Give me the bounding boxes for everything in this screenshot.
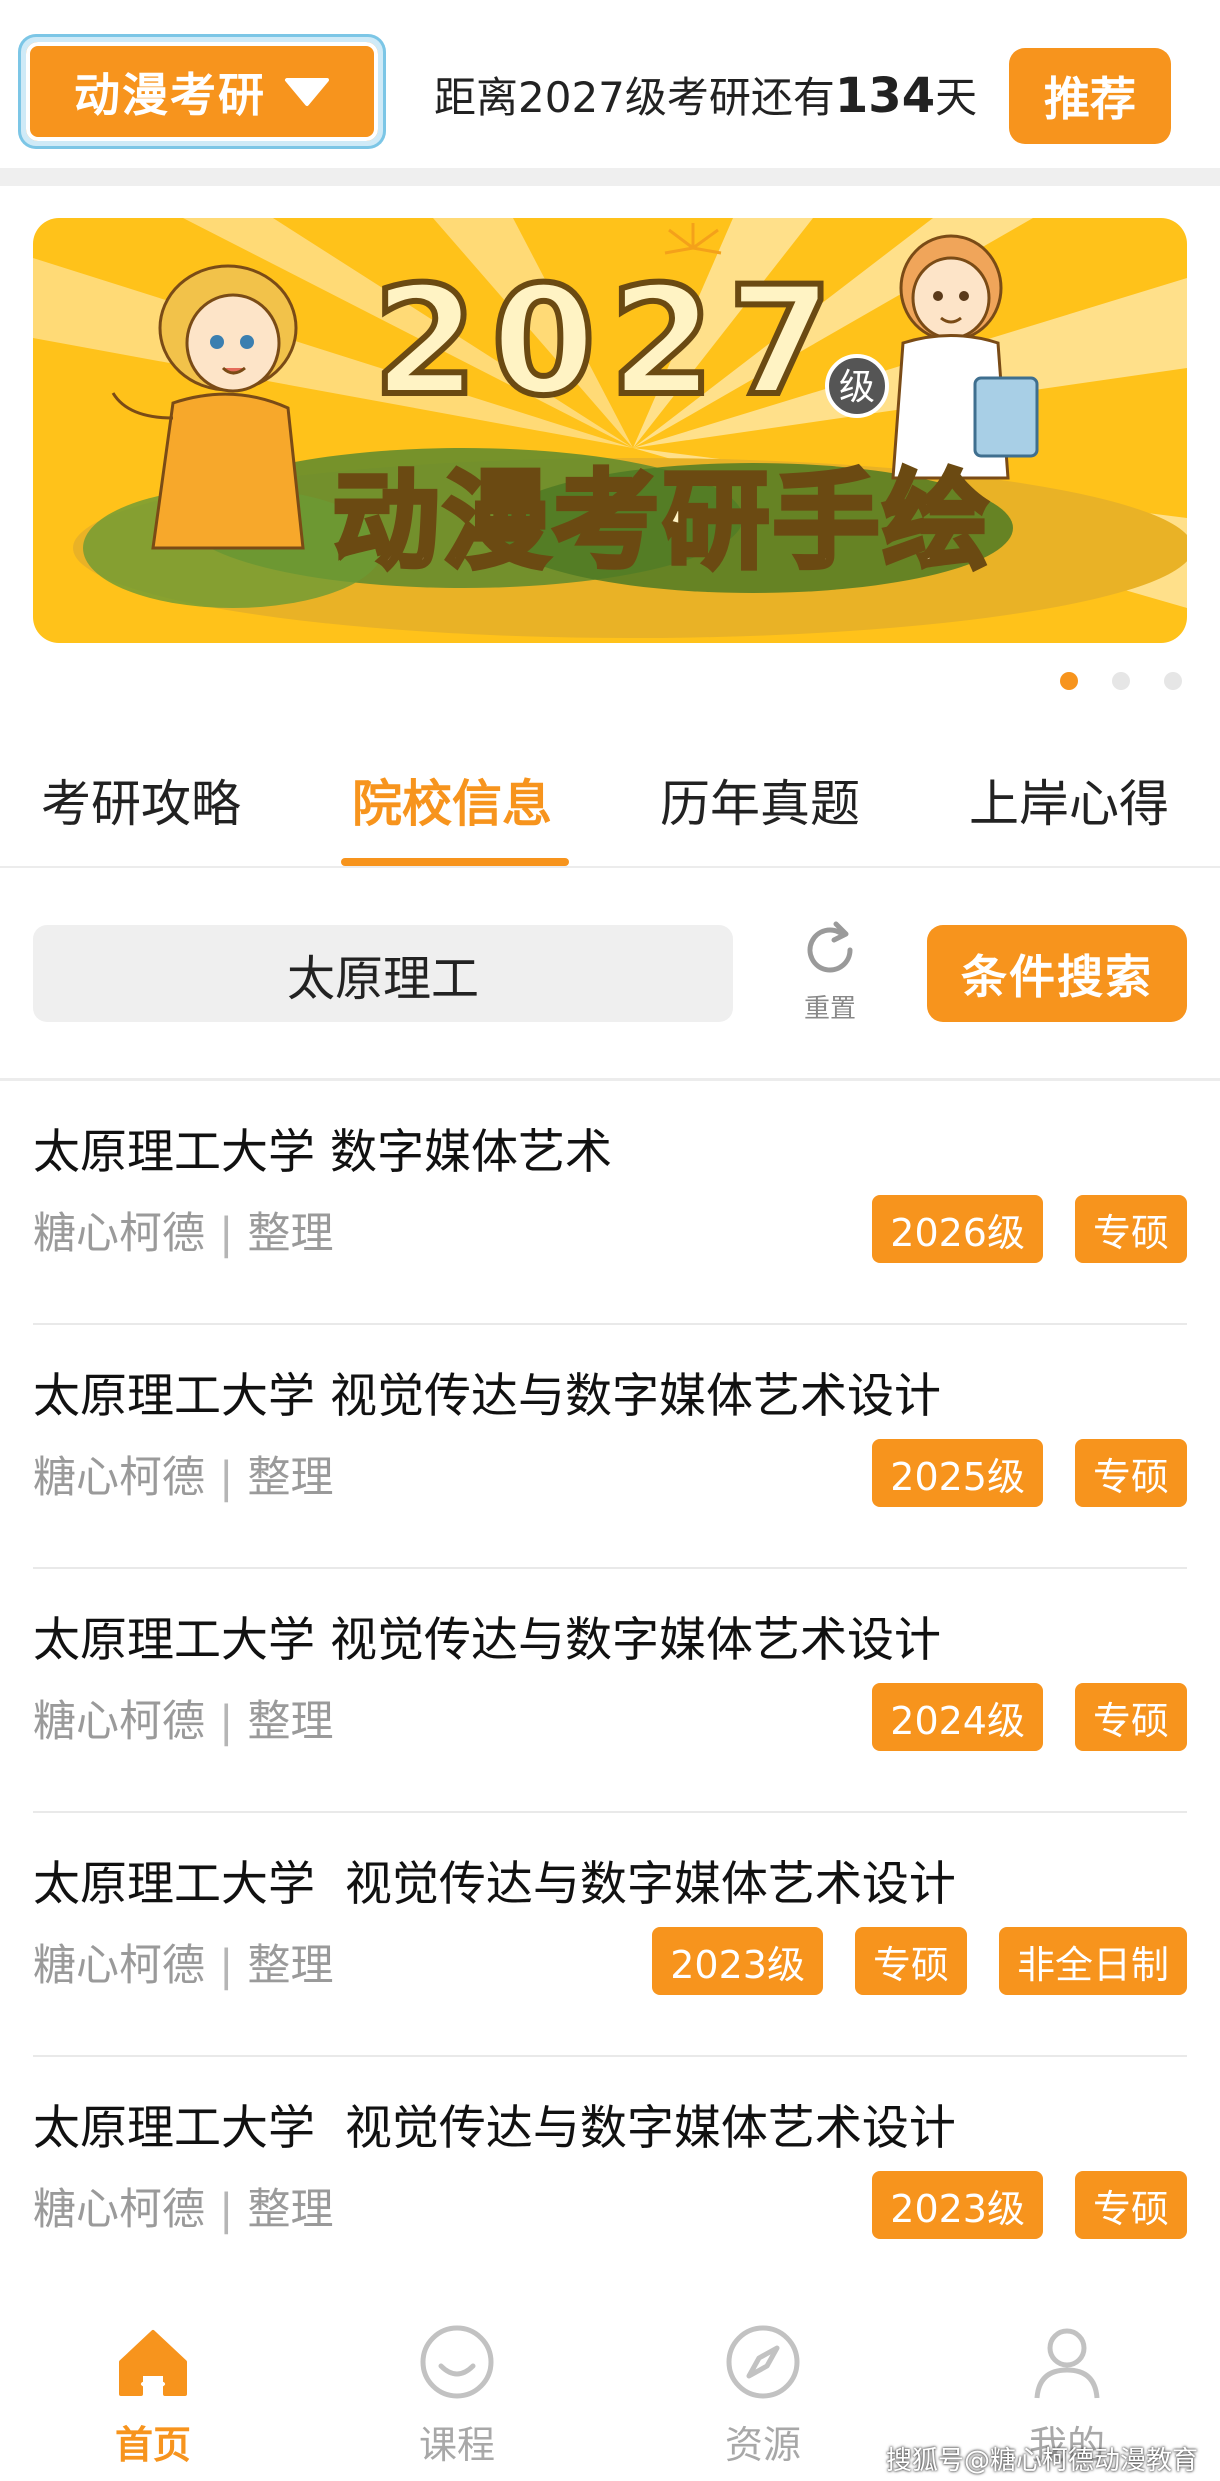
item-author: 糖心柯德 xyxy=(33,1697,205,1747)
item-tags: 2024级 专硕 xyxy=(872,1683,1187,1751)
tab-school-info[interactable]: 院校信息 xyxy=(352,764,552,836)
meta-separator: | xyxy=(219,2185,234,2235)
item-title: 太原理工大学 视觉传达与数字媒体艺术设计 xyxy=(33,1857,956,1912)
header-divider xyxy=(0,168,1220,186)
banner-illustration: 2027 级 动漫考研手绘 xyxy=(33,218,1187,638)
refresh-icon xyxy=(807,921,853,973)
degree-tag: 专硕 xyxy=(1074,1683,1187,1751)
school-info-list: 太原理工大学 数字媒体艺术 糖心柯德 | 整理 2026级 专硕 太原理工大学 视觉… xyxy=(33,1081,1187,2301)
carousel-indicator xyxy=(1060,672,1182,690)
condition-search-button[interactable]: 条件搜索 xyxy=(927,925,1187,1022)
item-tags: 2026级 专硕 xyxy=(872,1195,1187,1263)
item-action: 整理 xyxy=(247,1941,334,1991)
item-title: 太原理工大学 视觉传达与数字媒体艺术设计 xyxy=(33,1613,941,1668)
category-tabs: 考研攻略 院校信息 历年真题 上岸心得 xyxy=(0,744,1220,868)
nav-resources[interactable]: 资源 xyxy=(678,2322,848,2469)
recommend-button[interactable]: 推荐 xyxy=(1009,48,1171,144)
watermark: 搜狐号@糖心柯德动漫教育 xyxy=(885,2446,1198,2476)
banner-grade-badge: 级 xyxy=(839,367,875,408)
meta-separator: | xyxy=(219,1209,234,1259)
carousel-dot-1[interactable] xyxy=(1060,672,1078,690)
nav-home[interactable]: 首页 xyxy=(68,2322,238,2469)
list-item[interactable]: 太原理工大学 视觉传达与数字媒体艺术设计 糖心柯德 | 整理 2024级 专硕 xyxy=(33,1569,1187,1813)
item-title: 太原理工大学 数字媒体艺术 xyxy=(33,1125,612,1180)
compass-icon xyxy=(726,2325,800,2399)
item-tags: 2023级 专硕 xyxy=(872,2171,1187,2239)
meta-separator: | xyxy=(219,1453,234,1503)
category-selector-body[interactable]: 动漫考研 xyxy=(26,42,378,141)
category-selector[interactable]: 动漫考研 xyxy=(18,34,386,149)
meta-separator: | xyxy=(219,1941,234,1991)
caret-down-icon xyxy=(285,77,329,106)
active-tab-indicator xyxy=(341,858,569,866)
item-author: 糖心柯德 xyxy=(33,2185,205,2235)
category-label: 动漫考研 xyxy=(74,67,266,122)
grade-tag: 2025级 xyxy=(872,1439,1043,1507)
list-item[interactable]: 太原理工大学 视觉传达与数字媒体艺术设计 糖心柯德 | 整理 2023级 专硕 xyxy=(33,2057,1187,2301)
carousel-dot-2[interactable] xyxy=(1112,672,1130,690)
tab-success-stories[interactable]: 上岸心得 xyxy=(969,764,1169,836)
grade-tag: 2026级 xyxy=(872,1195,1043,1263)
item-action: 整理 xyxy=(247,1209,334,1259)
grade-tag: 2023级 xyxy=(652,1927,823,1995)
study-mode-tag: 非全日制 xyxy=(998,1927,1187,1995)
tabs-divider xyxy=(0,866,1220,868)
item-meta: 糖心柯德 | 整理 xyxy=(33,1931,334,1993)
firework xyxy=(664,223,722,255)
list-item[interactable]: 太原理工大学 视觉传达与数字媒体艺术设计 糖心柯德 | 整理 2023级 专硕 非全… xyxy=(33,1813,1187,2057)
item-action: 整理 xyxy=(247,2185,334,2235)
degree-tag: 专硕 xyxy=(1074,2171,1187,2239)
exam-countdown: 距离2027级考研还有134天 xyxy=(434,64,977,125)
reset-label: 重置 xyxy=(803,994,856,1024)
item-action: 整理 xyxy=(247,1697,334,1747)
grade-tag: 2023级 xyxy=(872,2171,1043,2239)
banner-big-year: 2027 xyxy=(373,255,846,429)
carousel-dot-3[interactable] xyxy=(1164,672,1182,690)
meta-separator: | xyxy=(219,1697,234,1747)
reset-button[interactable]: 重置 xyxy=(790,918,870,1033)
nav-courses-label: 课程 xyxy=(418,2423,495,2467)
nav-home-label: 首页 xyxy=(114,2423,191,2467)
item-author: 糖心柯德 xyxy=(33,1209,205,1259)
school-search-input[interactable] xyxy=(33,925,733,1022)
degree-tag: 专硕 xyxy=(854,1927,967,1995)
grade-tag: 2024级 xyxy=(872,1683,1043,1751)
degree-tag: 专硕 xyxy=(1074,1439,1187,1507)
item-tags: 2025级 专硕 xyxy=(872,1439,1187,1507)
tab-exam-strategy[interactable]: 考研攻略 xyxy=(41,764,241,836)
smile-icon xyxy=(420,2325,494,2399)
item-meta: 糖心柯德 | 整理 xyxy=(33,1199,334,1261)
item-author: 糖心柯德 xyxy=(33,1941,205,1991)
item-meta: 糖心柯德 | 整理 xyxy=(33,1443,334,1505)
item-meta: 糖心柯德 | 整理 xyxy=(33,2175,334,2237)
home-icon xyxy=(119,2330,187,2396)
promo-banner[interactable]: 2027 级 动漫考研手绘 xyxy=(33,218,1187,643)
user-icon xyxy=(1034,2328,1100,2399)
tab-past-papers[interactable]: 历年真题 xyxy=(660,764,860,836)
list-item[interactable]: 太原理工大学 数字媒体艺术 糖心柯德 | 整理 2026级 专硕 xyxy=(33,1081,1187,1325)
item-title: 太原理工大学 视觉传达与数字媒体艺术设计 xyxy=(33,1369,941,1424)
item-meta: 糖心柯德 | 整理 xyxy=(33,1687,334,1749)
banner-title: 动漫考研手绘 xyxy=(333,460,993,583)
countdown-suffix: 天 xyxy=(935,73,978,122)
item-title: 太原理工大学 视觉传达与数字媒体艺术设计 xyxy=(33,2101,956,2156)
countdown-prefix: 距离2027级考研还有 xyxy=(434,73,835,122)
item-action: 整理 xyxy=(247,1453,334,1503)
item-tags: 2023级 专硕 非全日制 xyxy=(652,1927,1187,1995)
countdown-days: 134 xyxy=(834,68,936,124)
list-item[interactable]: 太原理工大学 视觉传达与数字媒体艺术设计 糖心柯德 | 整理 2025级 专硕 xyxy=(33,1325,1187,1569)
top-header: 动漫考研 距离2027级考研还有134天 推荐 xyxy=(0,0,1220,168)
nav-resources-label: 资源 xyxy=(724,2423,801,2467)
item-author: 糖心柯德 xyxy=(33,1453,205,1503)
nav-courses[interactable]: 课程 xyxy=(372,2322,542,2469)
degree-tag: 专硕 xyxy=(1074,1195,1187,1263)
